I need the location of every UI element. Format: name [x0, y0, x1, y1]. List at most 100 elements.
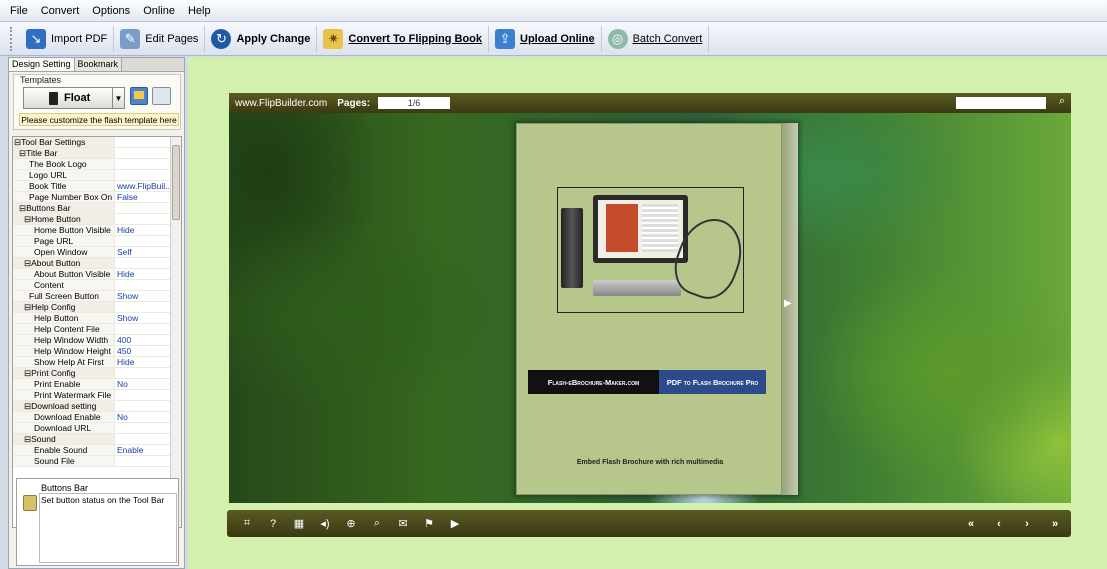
property-row[interactable]: Sound File — [13, 456, 181, 467]
batch-convert-button[interactable]: ◎ Batch Convert — [602, 25, 710, 52]
page-number-input[interactable]: 1/6 — [378, 97, 451, 109]
property-row[interactable]: Print Enable No — [13, 379, 181, 390]
property-scrollbar[interactable] — [170, 137, 181, 527]
menu-help[interactable]: Help — [186, 3, 213, 19]
property-row[interactable]: Print Watermark File — [13, 390, 181, 401]
property-row[interactable]: Download Enable No — [13, 412, 181, 423]
next-page-arrow-icon[interactable]: ▶ — [784, 298, 792, 309]
prev-page-icon[interactable]: ‹ — [993, 518, 1005, 530]
property-row[interactable]: ⊟Buttons Bar — [13, 203, 181, 214]
property-row[interactable]: ⊟Tool Bar Settings — [13, 137, 181, 148]
search-icon[interactable]: ⌕ — [371, 517, 383, 530]
menu-file[interactable]: File — [8, 3, 30, 19]
email-icon[interactable]: ✉ — [397, 517, 409, 530]
menu-online[interactable]: Online — [141, 3, 177, 19]
fit-icon[interactable]: ⌗ — [241, 517, 253, 530]
property-value[interactable] — [115, 302, 171, 312]
thumbnails-icon[interactable]: ▦ — [293, 517, 305, 530]
property-row[interactable]: ⊟Home Button — [13, 214, 181, 225]
property-value[interactable] — [115, 214, 171, 224]
property-value[interactable]: Enable — [115, 445, 171, 455]
property-value[interactable]: Show — [115, 291, 171, 301]
property-value[interactable] — [115, 137, 171, 147]
first-page-icon[interactable]: « — [965, 518, 977, 530]
property-value[interactable] — [115, 236, 171, 246]
property-row[interactable]: The Book Logo — [13, 159, 181, 170]
help-icon[interactable]: ? — [267, 518, 279, 530]
apply-change-button[interactable]: ↻ Apply Change — [205, 25, 318, 52]
property-row[interactable]: Help Button Show — [13, 313, 181, 324]
property-row[interactable]: ⊟Title Bar — [13, 148, 181, 159]
tab-bookmark[interactable]: Bookmark — [74, 58, 123, 71]
upload-online-button[interactable]: ⇪ Upload Online — [489, 25, 602, 52]
edit-pages-button[interactable]: ✎ Edit Pages — [114, 25, 206, 52]
property-value[interactable]: Hide — [115, 225, 171, 235]
property-value[interactable] — [115, 258, 171, 268]
load-template-icon[interactable] — [152, 87, 171, 105]
template-select-button[interactable]: Float — [23, 87, 113, 109]
property-value[interactable]: False — [115, 192, 171, 202]
last-page-icon[interactable]: » — [1049, 518, 1061, 530]
tab-design-setting[interactable]: Design Setting — [9, 58, 75, 71]
share-icon[interactable]: ⚑ — [423, 517, 435, 530]
property-row[interactable]: ⊟Help Config — [13, 302, 181, 313]
property-row[interactable]: Book Title www.FlipBuil... — [13, 181, 181, 192]
site-link[interactable]: www.FlipBuilder.com — [235, 98, 327, 109]
zoom-in-icon[interactable]: ⊕ — [345, 517, 357, 530]
property-value[interactable] — [115, 170, 171, 180]
property-row[interactable]: ⊟Download setting — [13, 401, 181, 412]
property-row[interactable]: Help Window Height 450 — [13, 346, 181, 357]
property-value[interactable]: Hide — [115, 357, 171, 367]
property-value[interactable] — [115, 390, 171, 400]
property-value[interactable]: No — [115, 412, 171, 422]
search-icon[interactable]: ⌕ — [1059, 95, 1065, 108]
save-template-icon[interactable] — [130, 87, 148, 105]
menu-options[interactable]: Options — [90, 3, 132, 19]
property-row[interactable]: About Button Visible Hide — [13, 269, 181, 280]
autoflip-icon[interactable]: ▶ — [449, 517, 461, 530]
property-value[interactable] — [115, 368, 171, 378]
book-edge[interactable] — [782, 123, 798, 495]
property-row[interactable]: Page URL — [13, 236, 181, 247]
property-row[interactable]: ⊟Print Config — [13, 368, 181, 379]
property-value[interactable] — [115, 324, 171, 334]
property-value[interactable]: 400 — [115, 335, 171, 345]
property-value[interactable] — [115, 203, 171, 213]
property-row[interactable]: Download URL — [13, 423, 181, 434]
property-value[interactable]: Show — [115, 313, 171, 323]
convert-flipping-button[interactable]: ✷ Convert To Flipping Book — [317, 25, 490, 52]
property-value[interactable] — [115, 456, 171, 466]
property-row[interactable]: ⊟About Button — [13, 258, 181, 269]
property-value[interactable] — [115, 423, 171, 433]
next-page-icon[interactable]: › — [1021, 518, 1033, 530]
property-value[interactable]: Self — [115, 247, 171, 257]
property-row[interactable]: Help Content File — [13, 324, 181, 335]
scrollbar-thumb[interactable] — [172, 145, 180, 220]
property-value[interactable] — [115, 434, 171, 444]
property-value[interactable]: www.FlipBuil... — [115, 181, 171, 191]
sound-icon[interactable]: ◂) — [319, 517, 331, 530]
property-grid[interactable]: ⊟Tool Bar Settings ⊟Title Bar The Book Log… — [12, 136, 182, 528]
property-row[interactable]: Full Screen Button Show — [13, 291, 181, 302]
template-dropdown-button[interactable]: ▼ — [113, 87, 125, 109]
property-value[interactable]: No — [115, 379, 171, 389]
property-value[interactable] — [115, 148, 171, 158]
property-value[interactable] — [115, 280, 171, 290]
menu-convert[interactable]: Convert — [39, 3, 82, 19]
property-row[interactable]: Open Window Self — [13, 247, 181, 258]
property-row[interactable]: Logo URL — [13, 170, 181, 181]
property-value[interactable] — [115, 401, 171, 411]
property-row[interactable]: Show Help At First Hide — [13, 357, 181, 368]
property-row[interactable]: Help Window Width 400 — [13, 335, 181, 346]
property-row[interactable]: Page Number Box On ... False — [13, 192, 181, 203]
property-value[interactable] — [115, 159, 171, 169]
book-page[interactable]: Flash-eBrochure-Maker.com PDF to Flash B… — [516, 123, 782, 495]
property-row[interactable]: Enable Sound Enable — [13, 445, 181, 456]
property-value[interactable]: 450 — [115, 346, 171, 356]
property-row[interactable]: Content — [13, 280, 181, 291]
import-pdf-button[interactable]: ↘ Import PDF — [20, 25, 115, 52]
toolbar-grip[interactable] — [10, 26, 14, 51]
property-value[interactable]: Hide — [115, 269, 171, 279]
property-row[interactable]: ⊟Sound — [13, 434, 181, 445]
search-input[interactable] — [956, 97, 1046, 109]
